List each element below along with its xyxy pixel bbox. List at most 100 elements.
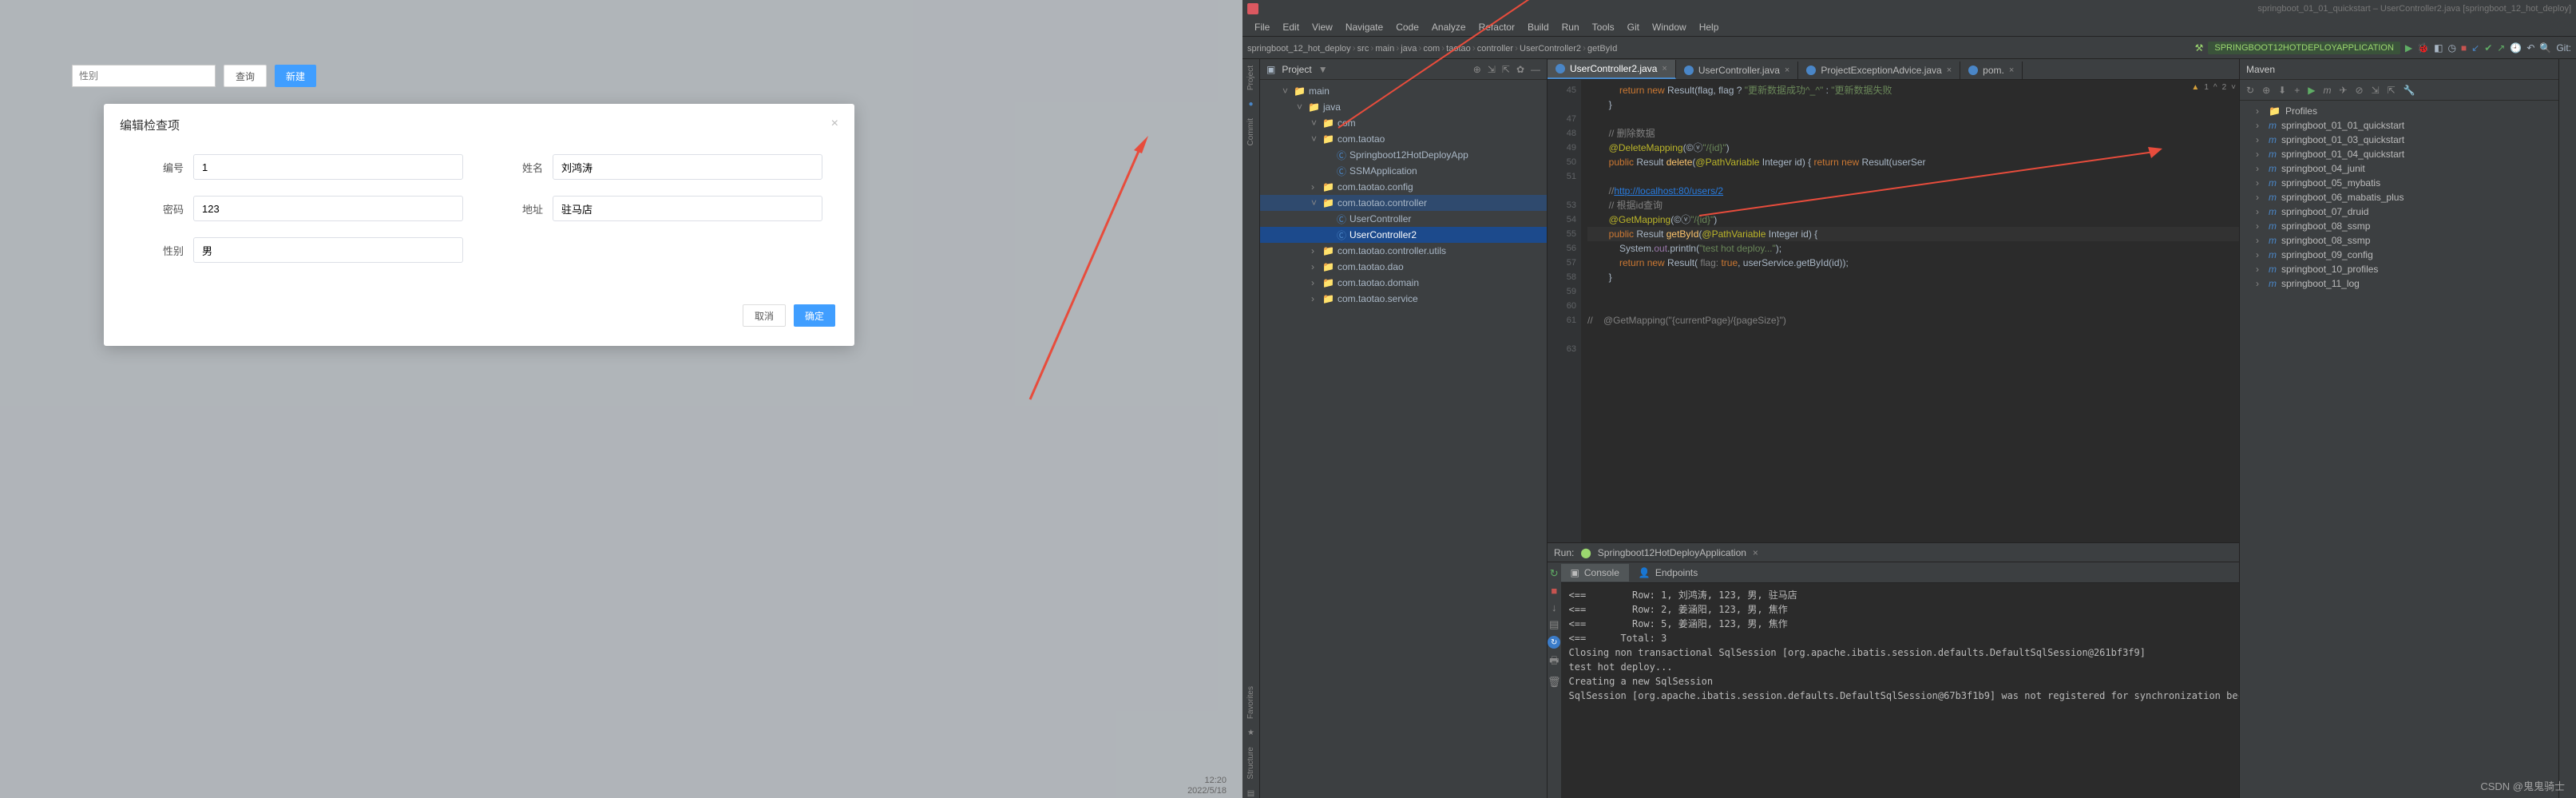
tree-item[interactable]: ˅📁java	[1260, 99, 1547, 115]
run-config-selector[interactable]: SPRINGBOOT12HOTDEPLOYAPPLICATION	[2208, 42, 2400, 54]
tree-item[interactable]: ˅📁com	[1260, 115, 1547, 131]
query-button[interactable]: 查询	[224, 65, 267, 87]
breadcrumb-item[interactable]: UserController2	[1520, 44, 1581, 54]
exec-icon[interactable]: m	[2323, 85, 2331, 96]
menu-code[interactable]: Code	[1390, 20, 1425, 34]
addr-field[interactable]	[553, 196, 822, 221]
menu-view[interactable]: View	[1306, 20, 1338, 34]
tree-item[interactable]: ⒸUserController	[1260, 211, 1547, 227]
stop-icon[interactable]: ■	[2461, 42, 2467, 54]
cancel-button[interactable]: 取消	[743, 304, 786, 327]
hammer-icon[interactable]: ⚒	[2195, 42, 2204, 54]
stop-icon[interactable]: ■	[1551, 585, 1557, 597]
menu-git[interactable]: Git	[1622, 20, 1645, 34]
project-tab[interactable]: Project	[1246, 66, 1255, 90]
name-field[interactable]	[553, 154, 822, 180]
breadcrumb-item[interactable]: controller	[1477, 44, 1513, 54]
editor-tab[interactable]: ProjectExceptionAdvice.java×	[1798, 62, 1960, 79]
structure-tab[interactable]: Structure	[1246, 747, 1255, 780]
coverage-icon[interactable]: ◧	[2434, 42, 2443, 54]
toggle-offline-icon[interactable]: ✈	[2339, 85, 2347, 96]
tree-item[interactable]: ˅📁com.taotao.controller	[1260, 195, 1547, 211]
breadcrumb-item[interactable]: springboot_12_hot_deploy	[1247, 44, 1351, 54]
maven-module[interactable]: ›mspringboot_09_config	[2240, 248, 2558, 262]
menu-build[interactable]: Build	[1522, 20, 1555, 34]
sex-field[interactable]	[193, 237, 463, 263]
menu-analyze[interactable]: Analyze	[1426, 20, 1472, 34]
restart-icon[interactable]: ↻	[1548, 636, 1560, 649]
maven-profiles[interactable]: ›📁Profiles	[2240, 104, 2558, 118]
layout-icon[interactable]: ▤	[1549, 618, 1559, 631]
settings-icon[interactable]: ✿	[1516, 64, 1524, 75]
breadcrumb-item[interactable]: src	[1357, 44, 1369, 54]
add-icon[interactable]: +	[2294, 85, 2300, 96]
commit-tab[interactable]: Commit	[1246, 118, 1255, 145]
close-icon[interactable]: ×	[831, 117, 838, 133]
maven-module[interactable]: ›mspringboot_06_mabatis_plus	[2240, 190, 2558, 204]
maven-tree[interactable]: ›📁Profiles ›mspringboot_01_01_quickstart…	[2240, 101, 2558, 294]
maven-module[interactable]: ›mspringboot_11_log	[2240, 276, 2558, 291]
tree-item[interactable]: ›📁com.taotao.controller.utils	[1260, 243, 1547, 259]
tree-item[interactable]: ›📁com.taotao.domain	[1260, 275, 1547, 291]
tree-item[interactable]: ˅📁com.taotao	[1260, 131, 1547, 147]
console-tab[interactable]: ▣Console	[1561, 564, 1629, 582]
run-icon[interactable]: ▶	[2405, 42, 2412, 54]
tree-item[interactable]: ⒸUserController2	[1260, 227, 1547, 243]
project-view-icon[interactable]: ▣	[1266, 64, 1275, 75]
select-opened-icon[interactable]: ⊕	[1473, 64, 1481, 75]
breadcrumb-item[interactable]: getById	[1587, 44, 1617, 54]
tree-item[interactable]: ˅📁main	[1260, 83, 1547, 99]
git-push-icon[interactable]: ↗	[2497, 42, 2505, 54]
maven-module[interactable]: ›mspringboot_01_03_quickstart	[2240, 133, 2558, 147]
maven-module[interactable]: ›mspringboot_01_04_quickstart	[2240, 147, 2558, 161]
pwd-field[interactable]	[193, 196, 463, 221]
run-icon[interactable]: ▶	[2308, 85, 2315, 96]
tree-item[interactable]: ›📁com.taotao.dao	[1260, 259, 1547, 275]
menu-help[interactable]: Help	[1694, 20, 1725, 34]
expand-all-icon[interactable]: ⇲	[1488, 64, 1496, 75]
new-button[interactable]: 新建	[275, 65, 316, 87]
rollback-icon[interactable]: ↶	[2526, 42, 2534, 54]
maven-module[interactable]: ›mspringboot_08_ssmp	[2240, 233, 2558, 248]
breadcrumb-item[interactable]: java	[1401, 44, 1417, 54]
editor-tab[interactable]: pom.×	[1960, 62, 2023, 79]
project-tree[interactable]: ˅📁main˅📁java˅📁com˅📁com.taotao ⒸSpringboo…	[1260, 80, 1547, 798]
maven-module[interactable]: ›mspringboot_10_profiles	[2240, 262, 2558, 276]
breadcrumb-item[interactable]: com	[1423, 44, 1440, 54]
search-icon[interactable]: 🔍	[2539, 42, 2551, 54]
tree-item[interactable]: ⒸSSMApplication	[1260, 163, 1547, 179]
editor-tab[interactable]: UserController2.java×	[1548, 60, 1676, 79]
debug-icon[interactable]: 🐞	[2417, 42, 2429, 54]
collapse-icon[interactable]: ⇱	[2388, 85, 2396, 96]
maven-module[interactable]: ›mspringboot_07_druid	[2240, 204, 2558, 219]
git-commit-icon[interactable]: ✔	[2484, 42, 2492, 54]
breadcrumb-item[interactable]: taotao	[1446, 44, 1471, 54]
id-field[interactable]	[193, 154, 463, 180]
menu-file[interactable]: File	[1249, 20, 1275, 34]
maven-module[interactable]: ›mspringboot_04_junit	[2240, 161, 2558, 176]
reload-icon[interactable]: ↻	[2246, 85, 2254, 96]
settings-icon[interactable]: 🔧	[2404, 85, 2415, 96]
code-content[interactable]: return new Result(flag, flag ? "更新数据成功^_…	[1581, 80, 2239, 542]
inspection-widget[interactable]: ▲1 ^2 ˅	[2191, 83, 2236, 92]
git-update-icon[interactable]: ↙	[2471, 42, 2479, 54]
menu-tools[interactable]: Tools	[1587, 20, 1620, 34]
tree-item[interactable]: ›📁com.taotao.service	[1260, 291, 1547, 307]
print-icon[interactable]: 🖶	[1549, 653, 1559, 671]
maven-module[interactable]: ›mspringboot_05_mybatis	[2240, 176, 2558, 190]
git-history-icon[interactable]: 🕘	[2510, 42, 2522, 54]
project-label[interactable]: Project	[1282, 64, 1311, 75]
menu-edit[interactable]: Edit	[1277, 20, 1305, 34]
code-editor[interactable]: 45474849505153545556575859606163 return …	[1548, 80, 2239, 542]
collapse-all-icon[interactable]: ⇱	[1502, 64, 1510, 75]
maven-module[interactable]: ›mspringboot_08_ssmp	[2240, 219, 2558, 233]
menu-navigate[interactable]: Navigate	[1340, 20, 1389, 34]
menu-run[interactable]: Run	[1556, 20, 1585, 34]
download-icon[interactable]: ⬇	[2278, 85, 2286, 96]
hide-icon[interactable]: —	[1531, 64, 1540, 75]
rerun-icon[interactable]: ↻	[1550, 567, 1559, 580]
tree-item[interactable]: ›📁com.taotao.config	[1260, 179, 1547, 195]
favorites-tab[interactable]: Favorites	[1246, 686, 1255, 719]
endpoints-tab[interactable]: 👤Endpoints	[1629, 564, 1707, 582]
tree-item[interactable]: ⒸSpringboot12HotDeployApp	[1260, 147, 1547, 163]
